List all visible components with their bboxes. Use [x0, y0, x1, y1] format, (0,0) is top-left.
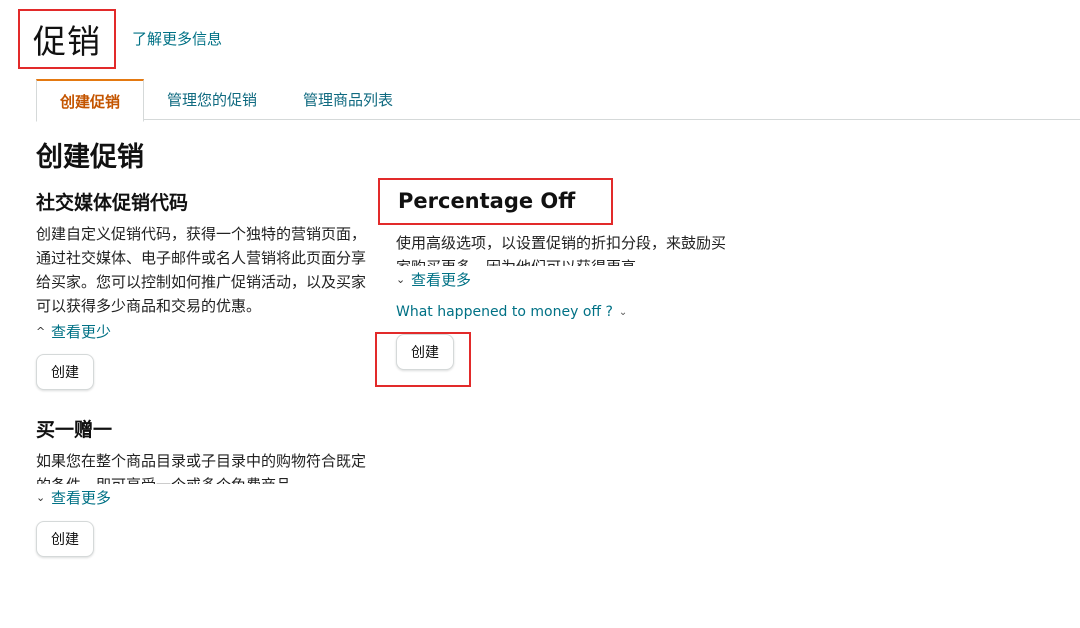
page-header: 促销 了解更多信息	[18, 9, 222, 69]
what-happened-label: What happened to money off ?	[396, 304, 613, 320]
bogo-card: 买一赠一 如果您在整个商品目录或子目录中的购物符合既定的条件，即可享受一个或多个…	[36, 417, 366, 557]
bogo-description: 如果您在整个商品目录或子目录中的购物符合既定的条件，即可享受一个或多个免费商品	[36, 452, 366, 484]
social-promo-create-button[interactable]: 创建	[36, 354, 94, 390]
section-title: 创建促销	[36, 142, 144, 173]
page-title: 促销	[18, 9, 116, 69]
social-promo-card: 社交媒体促销代码 创建自定义促销代码，获得一个独特的营销页面，通过社交媒体、电子…	[36, 190, 366, 390]
social-promo-see-less-link[interactable]: ^ 查看更少	[36, 321, 366, 342]
bogo-title: 买一赠一	[36, 419, 113, 441]
percentage-off-title: Percentage Off	[398, 189, 576, 213]
chevron-down-icon: ⌄	[36, 491, 46, 504]
percentage-off-toggle-label: 查看更多	[411, 271, 472, 289]
social-promo-toggle-label: 查看更少	[51, 323, 112, 341]
learn-more-link[interactable]: 了解更多信息	[132, 28, 222, 49]
chevron-down-icon: ⌄	[396, 273, 406, 286]
tab-manage-promotions[interactable]: 管理您的促销	[144, 79, 280, 119]
tab-bar: 创建促销 管理您的促销 管理商品列表	[36, 79, 1080, 122]
percentage-off-title-box: Percentage Off	[378, 178, 614, 225]
tab-create-promotion[interactable]: 创建促销	[36, 79, 145, 122]
chevron-down-icon: ⌄	[618, 306, 628, 318]
social-promo-title: 社交媒体促销代码	[36, 192, 189, 214]
percentage-off-see-more-link[interactable]: ⌄ 查看更多	[396, 269, 726, 290]
what-happened-money-off-link[interactable]: What happened to money off ? ⌄	[396, 304, 726, 320]
bogo-see-more-link[interactable]: ⌄ 查看更多	[36, 487, 366, 508]
left-column: 社交媒体促销代码 创建自定义促销代码，获得一个独特的营销页面，通过社交媒体、电子…	[36, 190, 366, 557]
tab-manage-product-lists[interactable]: 管理商品列表	[280, 79, 416, 119]
percentage-off-description: 使用高级选项，以设置促销的折扣分段，来鼓励买家购买更多，因为他们可以获得更高	[396, 234, 726, 266]
chevron-up-icon: ^	[36, 325, 46, 338]
create-button-highlight	[375, 332, 471, 387]
bogo-create-button[interactable]: 创建	[36, 521, 94, 557]
bogo-toggle-label: 查看更多	[51, 489, 112, 507]
social-promo-description: 创建自定义促销代码，获得一个独特的营销页面，通过社交媒体、电子邮件或名人营销将此…	[36, 225, 367, 315]
